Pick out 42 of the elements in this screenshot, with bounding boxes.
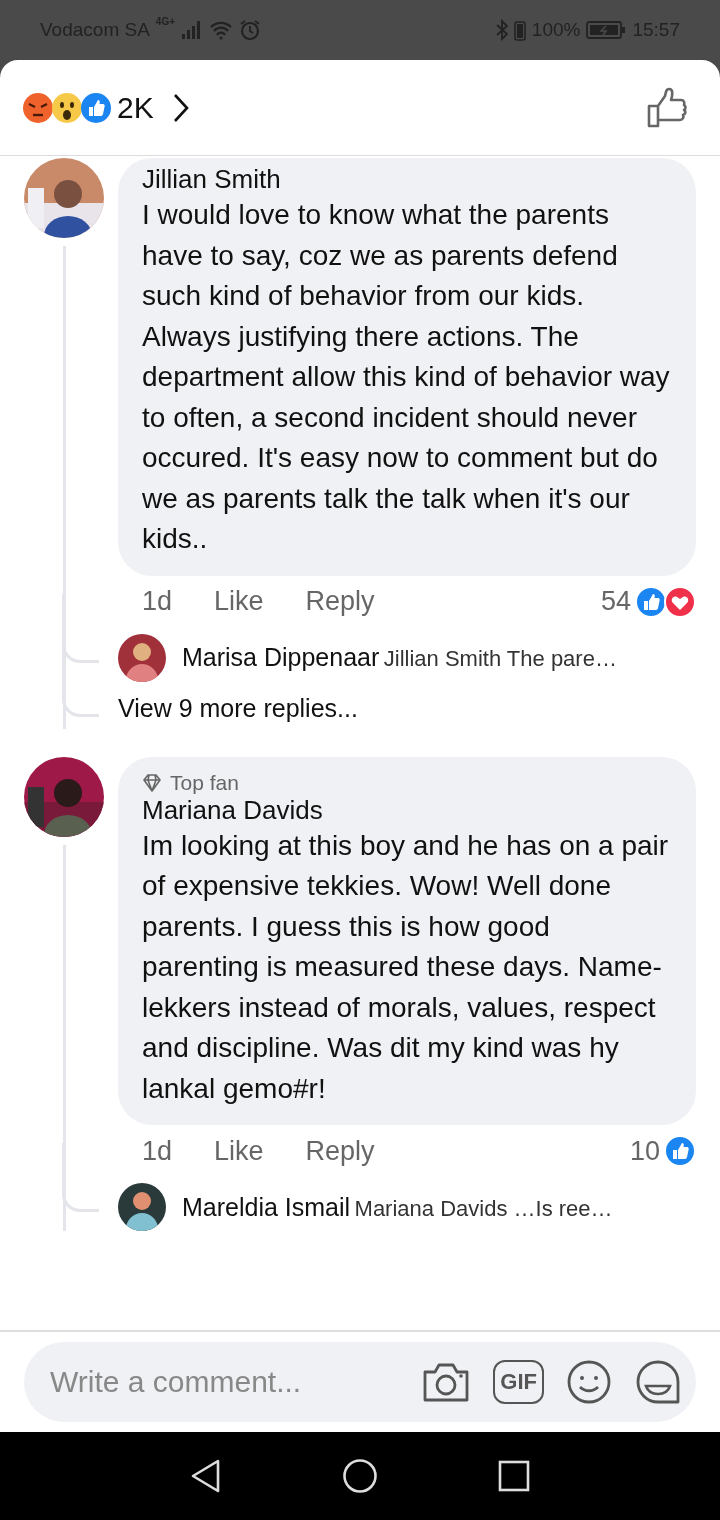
angry-face-icon	[22, 91, 54, 124]
top-fan-label: Top fan	[170, 770, 239, 795]
thumbs-up-icon	[80, 91, 112, 124]
thumbs-up-icon[interactable]	[646, 86, 688, 129]
gif-button[interactable]: GIF	[493, 1360, 544, 1404]
reaction-count[interactable]: 54	[600, 586, 631, 617]
thread-connector	[62, 1143, 99, 1212]
comment-author[interactable]: Jillian Smith	[142, 164, 674, 195]
sticker-icon[interactable]	[634, 1358, 682, 1406]
view-more-replies-link[interactable]: View 9 more replies...	[118, 687, 358, 729]
chevron-right-icon[interactable]	[171, 92, 190, 123]
comment-time: 1d	[142, 1135, 173, 1167]
thread-connector	[62, 593, 99, 663]
diamond-icon	[142, 773, 162, 792]
reaction-count[interactable]: 2K	[117, 90, 154, 125]
battery-icon	[513, 19, 526, 41]
thread-connector	[62, 647, 99, 717]
wifi-icon	[209, 20, 234, 40]
comment-time: 1d	[142, 586, 173, 617]
reply-author[interactable]: Mareldia Ismail	[182, 1192, 351, 1221]
comment-input[interactable]: Write a comment... GIF	[24, 1342, 696, 1422]
like-link[interactable]: Like	[214, 1135, 264, 1167]
bluetooth-icon	[495, 19, 508, 41]
smiley-icon[interactable]	[566, 1359, 612, 1405]
reply-link[interactable]: Reply	[305, 1135, 375, 1167]
home-icon[interactable]	[342, 1458, 378, 1494]
like-link[interactable]: Like	[214, 586, 264, 617]
alarm-icon	[239, 19, 262, 41]
comment-text: Im looking at this boy and he has on a pair of expensive tekkies. Wow! Well done parents. I guess this is how good parenting is measured these days. Name-lekkers instead of morals, values, respect and discipline. Was dit my kind was hy lankal gemo#r!	[142, 828, 670, 1106]
recent-apps-icon[interactable]	[498, 1460, 530, 1492]
reply-link[interactable]: Reply	[305, 586, 375, 617]
reaction-count[interactable]: 10	[629, 1135, 660, 1167]
thumbs-up-icon	[664, 1135, 696, 1167]
charging-battery-icon	[586, 20, 627, 40]
reply-preview[interactable]: Jillian Smith The pare…	[383, 646, 617, 671]
comment-text: I would love to know what the parents have to say, coz we as parents defend such kind of behavior from our kids. Always justifying there actions. The department allow this kind of behavior way to often, a second incident should never occured. It's easy now to comment but do we as parents talk the talk when it's our kids..	[142, 198, 671, 556]
comment-author[interactable]: Mariana Davids	[142, 794, 674, 826]
reply-preview[interactable]: Mariana Davids …Is ree…	[354, 1195, 613, 1221]
surprised-face-icon	[51, 91, 83, 124]
back-icon[interactable]	[190, 1459, 222, 1493]
reply-author[interactable]: Marisa Dippenaar	[182, 643, 380, 671]
thumbs-up-icon	[635, 585, 667, 618]
